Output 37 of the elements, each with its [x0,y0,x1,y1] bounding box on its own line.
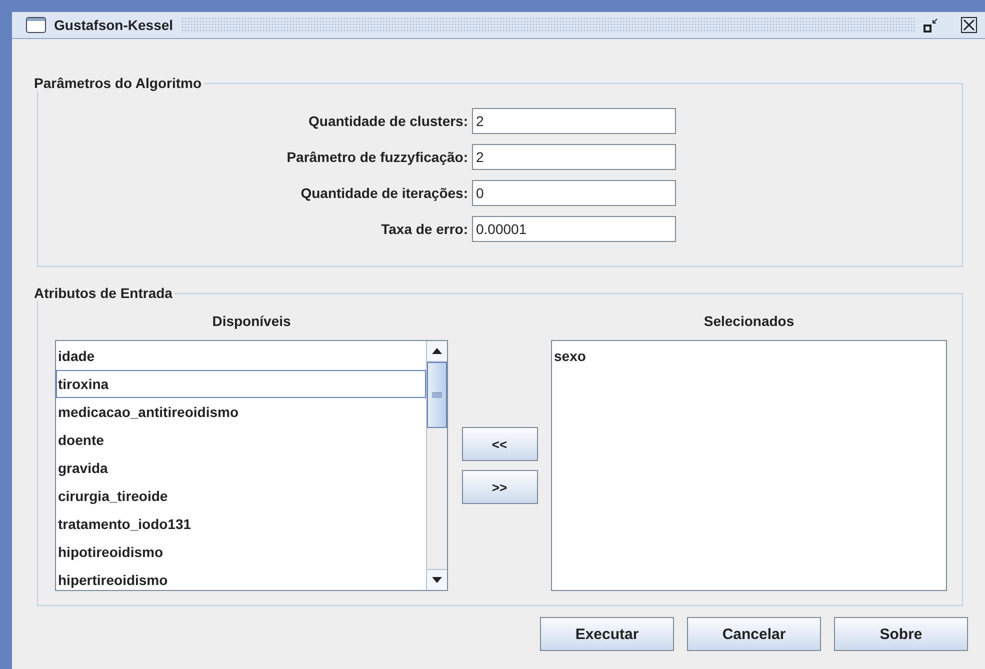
field-label: Taxa de erro: [380,221,468,237]
dialog-button[interactable]: Cancelar [687,617,821,651]
list-box[interactable]: idade tiroxina medicacao_antitireoidismo doente gravida cirurgia_tireoide tratamento_iodo131 hipotireoidismo hipertireoidismo [55,340,448,591]
scrollbar[interactable] [426,341,447,590]
list-heading: Selecionados [702,313,796,329]
restore-icon[interactable] [923,17,939,33]
move-button[interactable]: << [462,427,538,461]
list-item[interactable]: cirurgia_tireoide [56,482,426,510]
input-field[interactable]: 0.00001 [472,216,676,242]
list-item[interactable]: sexo [552,342,946,370]
list-heading: Disponíveis [211,313,292,329]
field-label: Quantidade de iterações: [300,185,468,201]
down-arrow-icon[interactable] [432,577,442,583]
group-title: Parâmetros do Algoritmo [33,75,203,91]
list-item[interactable]: tratamento_iodo131 [56,510,426,538]
field-label: Parâmetro de fuzzyficação: [286,149,468,165]
list-item[interactable]: doente [56,426,426,454]
list-item[interactable]: tiroxina [56,370,426,398]
move-button[interactable]: >> [462,470,538,504]
list-item[interactable]: medicacao_antitireoidismo [56,398,426,426]
input-field[interactable]: 2 [472,144,676,170]
list-box[interactable]: sexo [551,340,947,591]
field-label: Quantidade de clusters: [308,113,468,129]
list-item[interactable]: idade [56,342,426,370]
up-arrow-icon[interactable] [432,348,442,354]
list-item[interactable]: hipertireoidismo [56,566,426,590]
input-field[interactable]: 0 [472,180,676,206]
list-item[interactable]: hipotireoidismo [56,538,426,566]
scroll-thumb[interactable] [427,362,447,428]
group-title: Atributos de Entrada [33,285,174,301]
input-field[interactable]: 2 [472,108,676,134]
dialog-button[interactable]: Executar [540,617,674,651]
window-icon [26,17,46,33]
window-title: Gustafson-Kessel [54,17,174,33]
close-icon[interactable] [961,17,977,33]
list-item[interactable]: gravida [56,454,426,482]
dialog-button[interactable]: Sobre [834,617,968,651]
